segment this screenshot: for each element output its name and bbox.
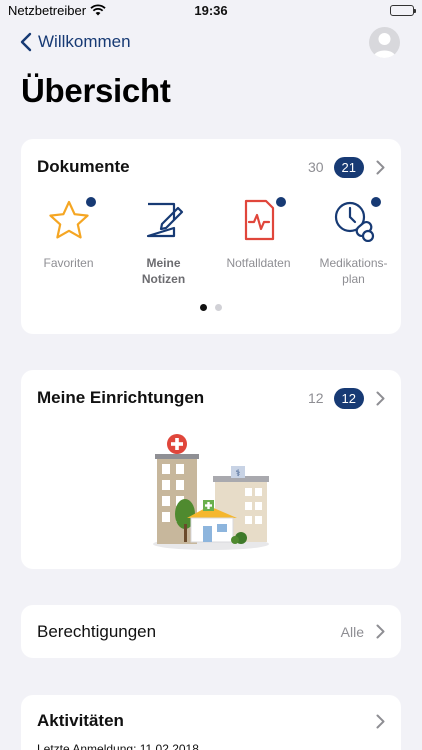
chevron-right-icon [376, 714, 385, 729]
permissions-title: Berechtigungen [37, 621, 157, 641]
favorites-shortcut[interactable]: Favoriten [21, 195, 116, 287]
notes-label: Meine Notizen [141, 256, 186, 286]
unread-dot [273, 195, 288, 209]
avatar[interactable] [369, 27, 400, 58]
clock: 19:36 [194, 3, 228, 18]
page-dot [215, 304, 222, 311]
facilities-title: Meine Einrichtungen [37, 388, 205, 407]
documents-count: 30 [307, 159, 324, 175]
documents-title: Dokumente [37, 157, 130, 176]
medication-plan-shortcut[interactable]: Medikations- plan [306, 195, 401, 287]
page-indicator[interactable] [21, 304, 401, 311]
documents-header[interactable]: Dokumente 30 21 [37, 139, 385, 195]
emergency-data-shortcut[interactable]: Notfalldaten [211, 195, 306, 287]
activities-card[interactable]: Aktivitäten Letzte Anmeldung: 11.02.2018 [21, 695, 401, 750]
documents-new-badge: 21 [333, 156, 364, 178]
medication-plan-label: Medikations- plan [319, 256, 388, 286]
facilities-new-badge: 12 [333, 387, 364, 409]
notes-icon [141, 197, 187, 243]
notes-shortcut[interactable]: Meine Notizen [116, 197, 211, 287]
permissions-row[interactable]: Berechtigungen Alle [37, 605, 385, 658]
user-icon [373, 33, 396, 58]
activities-header[interactable]: Aktivitäten [37, 695, 385, 747]
star-icon [46, 195, 98, 243]
activities-title: Aktivitäten [37, 711, 124, 730]
battery-icon [390, 5, 416, 16]
page-dot-active [200, 304, 207, 311]
page-title: Übersicht [21, 72, 171, 109]
chevron-right-icon [376, 160, 385, 175]
emergency-data-label: Notfalldaten [226, 256, 291, 270]
svg-text:⚕: ⚕ [236, 469, 241, 479]
facilities-count: 12 [307, 390, 324, 406]
permissions-card[interactable]: Berechtigungen Alle [21, 605, 401, 658]
facilities-illustration: ⚕ [151, 434, 273, 559]
documents-card: Dokumente 30 21 Favoriten Meine Notizen … [21, 139, 401, 334]
permissions-value: Alle [340, 623, 364, 640]
medication-plan-icon [331, 195, 383, 243]
favorites-label: Favoriten [43, 256, 94, 270]
chevron-right-icon [376, 391, 385, 406]
documents-shortcuts: Favoriten Meine Notizen Notfalldaten Med… [21, 195, 401, 287]
chevron-left-icon [20, 32, 32, 52]
back-button-label: Willkommen [38, 32, 131, 51]
facilities-header[interactable]: Meine Einrichtungen 12 12 [37, 370, 385, 426]
status-bar: Netzbetreiber 19:36 [0, 0, 422, 22]
chevron-right-icon [376, 624, 385, 639]
last-login-text: Letzte Anmeldung: 11.02.2018 [37, 742, 199, 750]
emergency-data-icon [236, 195, 288, 243]
unread-dot [368, 195, 383, 209]
back-button[interactable]: Willkommen [20, 32, 131, 52]
facilities-card: Meine Einrichtungen 12 12 ⚕ [21, 370, 401, 569]
unread-dot [83, 195, 98, 209]
